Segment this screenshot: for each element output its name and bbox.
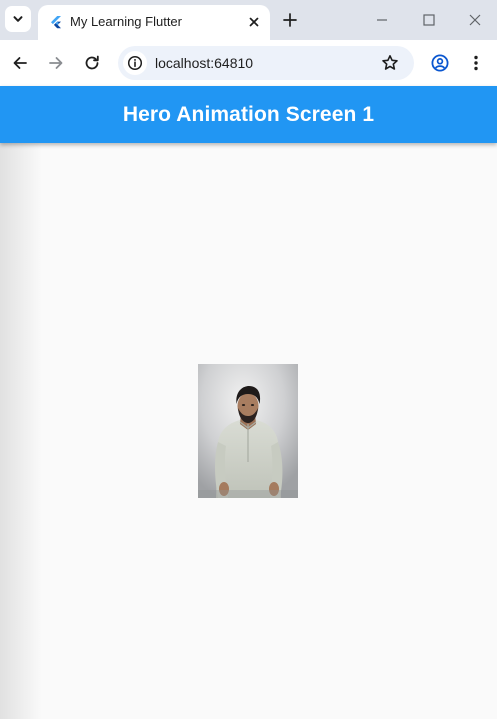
close-icon[interactable] xyxy=(246,14,262,30)
flutter-logo-icon xyxy=(51,16,61,29)
minimize-icon[interactable] xyxy=(374,12,390,28)
app-bar: Hero Animation Screen 1 xyxy=(0,86,497,143)
reload-icon[interactable] xyxy=(82,53,102,73)
chevron-down-icon xyxy=(13,16,23,22)
browser-tab-active[interactable]: My Learning Flutter xyxy=(38,5,270,40)
edge-shadow xyxy=(0,143,42,719)
browser-tab-strip: My Learning Flutter xyxy=(0,0,497,40)
window-close-icon[interactable] xyxy=(467,12,483,28)
arrow-right-icon[interactable] xyxy=(46,53,66,73)
plus-icon[interactable] xyxy=(281,11,299,29)
star-icon[interactable] xyxy=(380,53,400,73)
maximize-icon[interactable] xyxy=(421,12,437,28)
address-bar[interactable]: localhost:64810 xyxy=(118,46,414,80)
arrow-left-icon[interactable] xyxy=(10,53,30,73)
browser-toolbar: localhost:64810 xyxy=(0,40,497,86)
tab-title: My Learning Flutter xyxy=(70,14,182,29)
page-title: Hero Animation Screen 1 xyxy=(122,102,375,126)
info-icon xyxy=(127,55,143,71)
more-vert-icon[interactable] xyxy=(466,53,486,73)
account-icon[interactable] xyxy=(430,53,450,73)
hero-image[interactable] xyxy=(198,364,298,498)
site-info-button[interactable] xyxy=(123,51,147,75)
url-text[interactable]: localhost:64810 xyxy=(155,55,253,71)
tab-search-button[interactable] xyxy=(5,6,31,32)
person-photo xyxy=(198,364,298,498)
app-body xyxy=(0,143,497,719)
